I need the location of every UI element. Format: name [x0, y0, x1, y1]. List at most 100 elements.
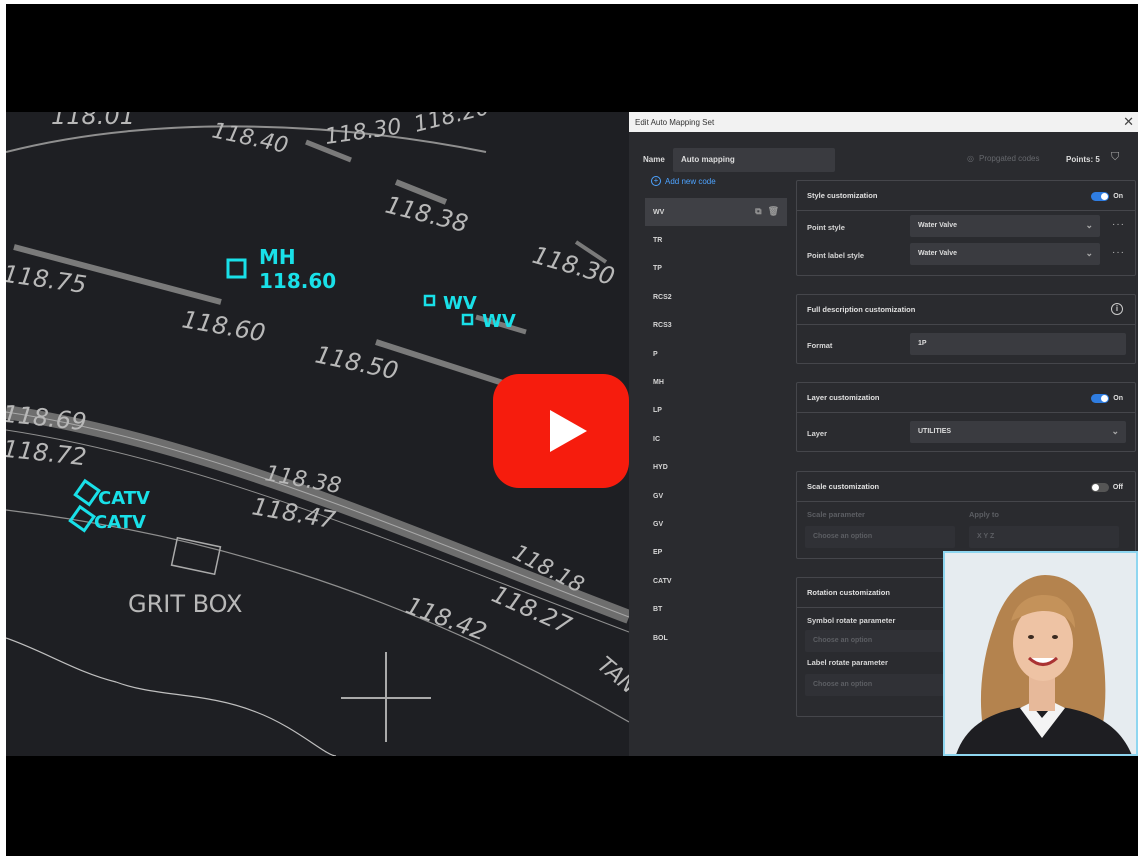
label-rotate-label: Label rotate parameter	[807, 658, 888, 667]
apply-to-select[interactable]: X Y Z	[969, 526, 1119, 548]
code-item[interactable]: CATV	[645, 567, 787, 595]
code-label: HYD	[653, 464, 668, 472]
youtube-play-icon[interactable]	[493, 374, 629, 488]
layer-select[interactable]: UTILITIES ⌄	[910, 421, 1126, 443]
code-item[interactable]: BOL	[645, 624, 787, 652]
cad-top-elev-3: 118.30	[323, 114, 403, 149]
point-style-value: Water Valve	[918, 222, 958, 229]
code-item-wv[interactable]: WV ⧉ 🗑	[645, 198, 787, 227]
code-item[interactable]: LP	[645, 397, 787, 425]
layer-toggle[interactable]: On	[1091, 394, 1123, 403]
trash-icon[interactable]: 🗑	[768, 206, 779, 217]
chevron-down-icon: ⌄	[1085, 220, 1093, 230]
point-style-label: Point style	[807, 223, 845, 232]
code-item[interactable]: TR	[645, 226, 787, 254]
copy-icon[interactable]: ⧉	[755, 206, 761, 217]
layer-section-title: Layer customization	[807, 393, 880, 402]
toggle-label: Off	[1112, 484, 1123, 491]
more-options-icon[interactable]: ···	[1112, 219, 1125, 230]
mh-label: MH	[259, 245, 296, 269]
code-label: GV	[653, 492, 664, 500]
close-icon[interactable]: ✕	[1123, 114, 1134, 130]
code-item[interactable]: GV	[645, 482, 787, 510]
code-label: RCS3	[653, 322, 672, 330]
chevron-down-icon: ⌄	[1085, 248, 1093, 258]
add-new-code-button[interactable]: + Add new code	[651, 176, 716, 186]
toggle-label: On	[1113, 193, 1123, 200]
catv-label-2: CATV	[94, 512, 146, 533]
layer-label: Layer	[807, 429, 828, 438]
dialog-titlebar: Edit Auto Mapping Set ✕	[629, 112, 1138, 132]
cad-partial-text: TAN	[592, 652, 629, 699]
scale-section-title: Scale customization	[807, 482, 880, 491]
rotation-section-title: Rotation customization	[807, 588, 890, 597]
cad-elev-10: 118.42	[402, 591, 490, 646]
point-label-style-label: Point label style	[807, 251, 865, 260]
symbol-rotate-select[interactable]: Choose an option	[805, 630, 955, 652]
catv-label-1: CATV	[98, 488, 150, 509]
code-label: MH	[653, 379, 664, 387]
catv-symbol-1	[73, 478, 102, 507]
code-label: EP	[653, 549, 663, 557]
style-toggle[interactable]: On	[1091, 192, 1123, 201]
info-icon[interactable]: i	[1111, 303, 1123, 315]
name-input[interactable]: Auto mapping	[673, 148, 835, 172]
scale-toggle[interactable]: Off	[1090, 483, 1123, 492]
filter-icon[interactable]: ⛉	[1111, 151, 1119, 164]
code-item[interactable]: BT	[645, 595, 787, 623]
apply-to-label: Apply to	[969, 510, 999, 519]
propagated-codes-label: Propgated codes	[978, 154, 1040, 163]
cad-elev-7: 118.72	[6, 435, 88, 472]
mh-symbol	[226, 258, 247, 279]
code-label: CATV	[653, 577, 672, 585]
point-style-select[interactable]: Water Valve ⌄	[910, 215, 1100, 237]
code-item[interactable]: RCS2	[645, 283, 787, 311]
code-label: TP	[653, 265, 662, 273]
more-options-icon[interactable]: ···	[1112, 247, 1125, 258]
scale-customization-section: Scale customization Off Scale parameter …	[796, 471, 1136, 559]
mh-value: 118.60	[259, 269, 336, 293]
code-label: RCS2	[653, 293, 672, 301]
presenter-webcam	[943, 551, 1138, 756]
code-list: WV ⧉ 🗑 TR TP RCS2 RCS3 P MH LP IC HYD GV …	[645, 198, 787, 652]
code-item[interactable]: GV	[645, 510, 787, 538]
code-item[interactable]: P	[645, 340, 787, 368]
code-label: P	[653, 350, 658, 358]
format-label: Format	[807, 341, 833, 350]
layer-value: UTILITIES	[918, 428, 952, 435]
propagate-icon: ◎	[967, 154, 974, 163]
cad-elev-5: 118.30	[529, 241, 617, 291]
code-item[interactable]: IC	[645, 425, 787, 453]
scale-parameter-select[interactable]: Choose an option	[805, 526, 955, 548]
code-item[interactable]: HYD	[645, 454, 787, 482]
video-frame[interactable]: 118.01 118.40 118.30 118.20 118.75 118.6…	[6, 4, 1138, 856]
wv-label-1: WV	[443, 293, 477, 314]
points-count: Points: 5	[1066, 155, 1100, 164]
dialog-title: Edit Auto Mapping Set	[635, 118, 715, 127]
code-item[interactable]: MH	[645, 368, 787, 396]
cad-top-elev-4: 118.20	[411, 112, 492, 138]
label-rotate-select[interactable]: Choose an option	[805, 674, 955, 696]
scale-parameter-label: Scale parameter	[807, 510, 865, 519]
toggle-switch	[1091, 394, 1110, 403]
format-input[interactable]: 1P	[910, 333, 1126, 355]
code-label: BT	[653, 606, 663, 614]
toggle-switch	[1091, 192, 1110, 201]
style-customization-section: Style customization On Point style Water…	[796, 180, 1136, 276]
code-item[interactable]: EP	[645, 539, 787, 567]
toggle-switch	[1090, 483, 1109, 492]
symbol-rotate-label: Symbol rotate parameter	[807, 616, 896, 625]
propagated-codes-toggle[interactable]: ◎ Propgated codes	[967, 154, 1039, 163]
code-label: TR	[653, 237, 663, 245]
point-label-style-value: Water Valve	[918, 250, 958, 257]
presenter-image	[945, 553, 1136, 754]
wv-label-2: WV	[482, 311, 516, 332]
point-label-style-select[interactable]: Water Valve ⌄	[910, 243, 1100, 265]
code-item[interactable]: RCS3	[645, 312, 787, 340]
layer-customization-section: Layer customization On Layer UTILITIES ⌄	[796, 382, 1136, 452]
cad-top-elev-1: 118.01	[51, 112, 135, 130]
cad-grit-box: GRIT BOX	[128, 590, 242, 618]
full-description-section: Full description customization i Format …	[796, 294, 1136, 364]
code-item[interactable]: TP	[645, 255, 787, 283]
code-label: BOL	[653, 634, 668, 642]
